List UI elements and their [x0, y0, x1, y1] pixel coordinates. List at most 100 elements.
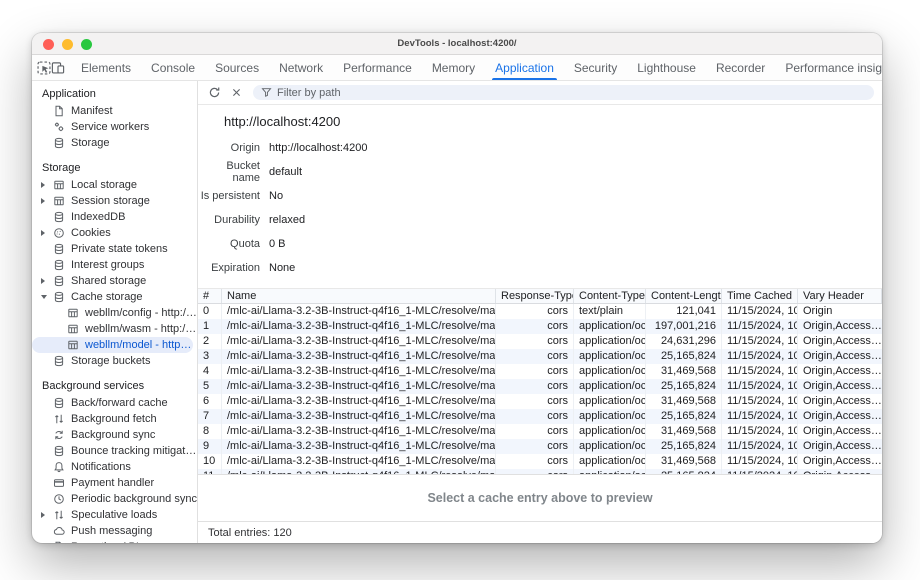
close-button[interactable] [43, 39, 54, 50]
table-cell: application/oc… [574, 334, 646, 349]
chevron-down-icon[interactable] [41, 295, 47, 299]
expand-toggle[interactable] [41, 512, 51, 518]
sidebar-item-service-workers[interactable]: Service workers [32, 119, 197, 135]
table-cell: 0 [198, 304, 222, 319]
column-header-response-type[interactable]: Response-Type [496, 289, 574, 303]
sidebar-item-local-storage[interactable]: Local storage [32, 177, 197, 193]
sidebar-item-speculative-loads[interactable]: Speculative loads [32, 507, 197, 523]
minimize-button[interactable] [62, 39, 73, 50]
table-cell: /mlc-ai/Llama-3.2-3B-Instruct-q4f16_1-ML… [222, 334, 496, 349]
expand-toggle[interactable] [41, 182, 51, 188]
chevron-right-icon[interactable] [41, 278, 45, 284]
sidebar-item-webllm-wasm-http-loca[interactable]: webllm/wasm - http://loca… [32, 321, 197, 337]
sidebar-item-webllm-model-http-loc[interactable]: webllm/model - http://loc… [32, 337, 193, 353]
column-header-[interactable]: # [198, 289, 222, 303]
expand-toggle[interactable] [41, 230, 51, 236]
sidebar-item-shared-storage[interactable]: Shared storage [32, 273, 197, 289]
table-row[interactable]: 0/mlc-ai/Llama-3.2-3B-Instruct-q4f16_1-M… [198, 304, 882, 319]
column-header-vary-header[interactable]: Vary Header [798, 289, 882, 303]
sidebar-item-reporting-api[interactable]: Reporting API [32, 539, 197, 543]
table-row[interactable]: 5/mlc-ai/Llama-3.2-3B-Instruct-q4f16_1-M… [198, 379, 882, 394]
zoom-button[interactable] [81, 39, 92, 50]
refresh-button[interactable] [204, 83, 224, 103]
sidebar-item-background-sync[interactable]: Background sync [32, 427, 197, 443]
table-cell: 11/15/2024, 10… [722, 319, 798, 334]
chevron-right-icon[interactable] [41, 230, 45, 236]
sidebar-section-storage: StorageLocal storageSession storageIndex… [32, 158, 197, 369]
sidebar-item-cache-storage[interactable]: Cache storage [32, 289, 197, 305]
sidebar-item-storage[interactable]: Storage [32, 135, 197, 151]
metadata-label: Origin [198, 142, 260, 154]
table-cell: /mlc-ai/Llama-3.2-3B-Instruct-q4f16_1-ML… [222, 319, 496, 334]
table-cell: 6 [198, 394, 222, 409]
tab-application[interactable]: Application [485, 55, 564, 80]
tab-network[interactable]: Network [269, 55, 333, 80]
column-header-name[interactable]: Name [222, 289, 496, 303]
table-cell: application/oc… [574, 349, 646, 364]
clock-icon [51, 493, 66, 505]
tab-recorder[interactable]: Recorder [706, 55, 775, 80]
table-row[interactable]: 9/mlc-ai/Llama-3.2-3B-Instruct-q4f16_1-M… [198, 439, 882, 454]
tab-lighthouse[interactable]: Lighthouse [627, 55, 706, 80]
table-cell: Origin,Access… [798, 454, 882, 469]
expand-toggle[interactable] [41, 278, 51, 284]
table-cell: 31,469,568 [646, 364, 722, 379]
table-row[interactable]: 1/mlc-ai/Llama-3.2-3B-Instruct-q4f16_1-M… [198, 319, 882, 334]
sidebar-item-private-state-tokens[interactable]: Private state tokens [32, 241, 197, 257]
sidebar-item-cookies[interactable]: Cookies [32, 225, 197, 241]
tab-sources[interactable]: Sources [205, 55, 269, 80]
column-header-time-cached[interactable]: Time Cached [722, 289, 798, 303]
status-bar: Total entries: 120 [198, 521, 882, 543]
sidebar-item-label: Push messaging [71, 525, 152, 537]
tab-label: Security [574, 61, 617, 75]
table-cell: /mlc-ai/Llama-3.2-3B-Instruct-q4f16_1-ML… [222, 364, 496, 379]
sidebar-item-push-messaging[interactable]: Push messaging [32, 523, 197, 539]
sidebar-item-label: Local storage [71, 179, 137, 191]
column-header-content-type[interactable]: Content-Type [574, 289, 646, 303]
sidebar-item-back-forward-cache[interactable]: Back/forward cache [32, 395, 197, 411]
chevron-right-icon[interactable] [41, 512, 45, 518]
chevron-right-icon[interactable] [41, 198, 45, 204]
sidebar-item-periodic-background-sync[interactable]: Periodic background sync [32, 491, 197, 507]
sidebar-item-indexeddb[interactable]: IndexedDB [32, 209, 197, 225]
table-row[interactable]: 10/mlc-ai/Llama-3.2-3B-Instruct-q4f16_1-… [198, 454, 882, 469]
sidebar-item-payment-handler[interactable]: Payment handler [32, 475, 197, 491]
metadata-value: None [269, 262, 295, 274]
service-workers-icon [51, 121, 66, 133]
device-toolbar-button[interactable] [51, 55, 65, 80]
table-cell: 8 [198, 424, 222, 439]
expand-toggle[interactable] [41, 198, 51, 204]
table-row[interactable]: 3/mlc-ai/Llama-3.2-3B-Instruct-q4f16_1-M… [198, 349, 882, 364]
sidebar-item-label: IndexedDB [71, 211, 125, 223]
sidebar-item-manifest[interactable]: Manifest [32, 103, 197, 119]
table-row[interactable]: 6/mlc-ai/Llama-3.2-3B-Instruct-q4f16_1-M… [198, 394, 882, 409]
tab-performance[interactable]: Performance [333, 55, 422, 80]
chevron-right-icon[interactable] [41, 182, 45, 188]
tab-memory[interactable]: Memory [422, 55, 485, 80]
filter-input[interactable]: Filter by path [253, 85, 874, 100]
sidebar-item-bounce-tracking-mitigations[interactable]: Bounce tracking mitigations [32, 443, 197, 459]
metadata-row-quota: Quota0 B [198, 232, 882, 256]
sidebar-item-interest-groups[interactable]: Interest groups [32, 257, 197, 273]
tab-elements[interactable]: Elements [71, 55, 141, 80]
sidebar-item-background-fetch[interactable]: Background fetch [32, 411, 197, 427]
delete-button[interactable] [226, 83, 246, 103]
sidebar-item-session-storage[interactable]: Session storage [32, 193, 197, 209]
expand-toggle[interactable] [41, 295, 51, 299]
table-row[interactable]: 4/mlc-ai/Llama-3.2-3B-Instruct-q4f16_1-M… [198, 364, 882, 379]
tab-performance-insights[interactable]: Performance insights [775, 55, 882, 80]
sidebar-item-webllm-config-http-loc[interactable]: webllm/config - http://loc… [32, 305, 197, 321]
table-cell: 11/15/2024, 10… [722, 439, 798, 454]
section-title: Background services [32, 376, 197, 395]
table-row[interactable]: 8/mlc-ai/Llama-3.2-3B-Instruct-q4f16_1-M… [198, 424, 882, 439]
tab-console[interactable]: Console [141, 55, 205, 80]
table-row[interactable]: 2/mlc-ai/Llama-3.2-3B-Instruct-q4f16_1-M… [198, 334, 882, 349]
tab-security[interactable]: Security [564, 55, 627, 80]
sidebar-item-notifications[interactable]: Notifications [32, 459, 197, 475]
table-row[interactable]: 7/mlc-ai/Llama-3.2-3B-Instruct-q4f16_1-M… [198, 409, 882, 424]
column-header-content-length[interactable]: Content-Length [646, 289, 722, 303]
sidebar-item-storage-buckets[interactable]: Storage buckets [32, 353, 197, 369]
inspect-element-button[interactable] [37, 55, 51, 80]
metadata-row-origin: Originhttp://localhost:4200 [198, 136, 882, 160]
metadata-value: 0 B [269, 238, 286, 250]
